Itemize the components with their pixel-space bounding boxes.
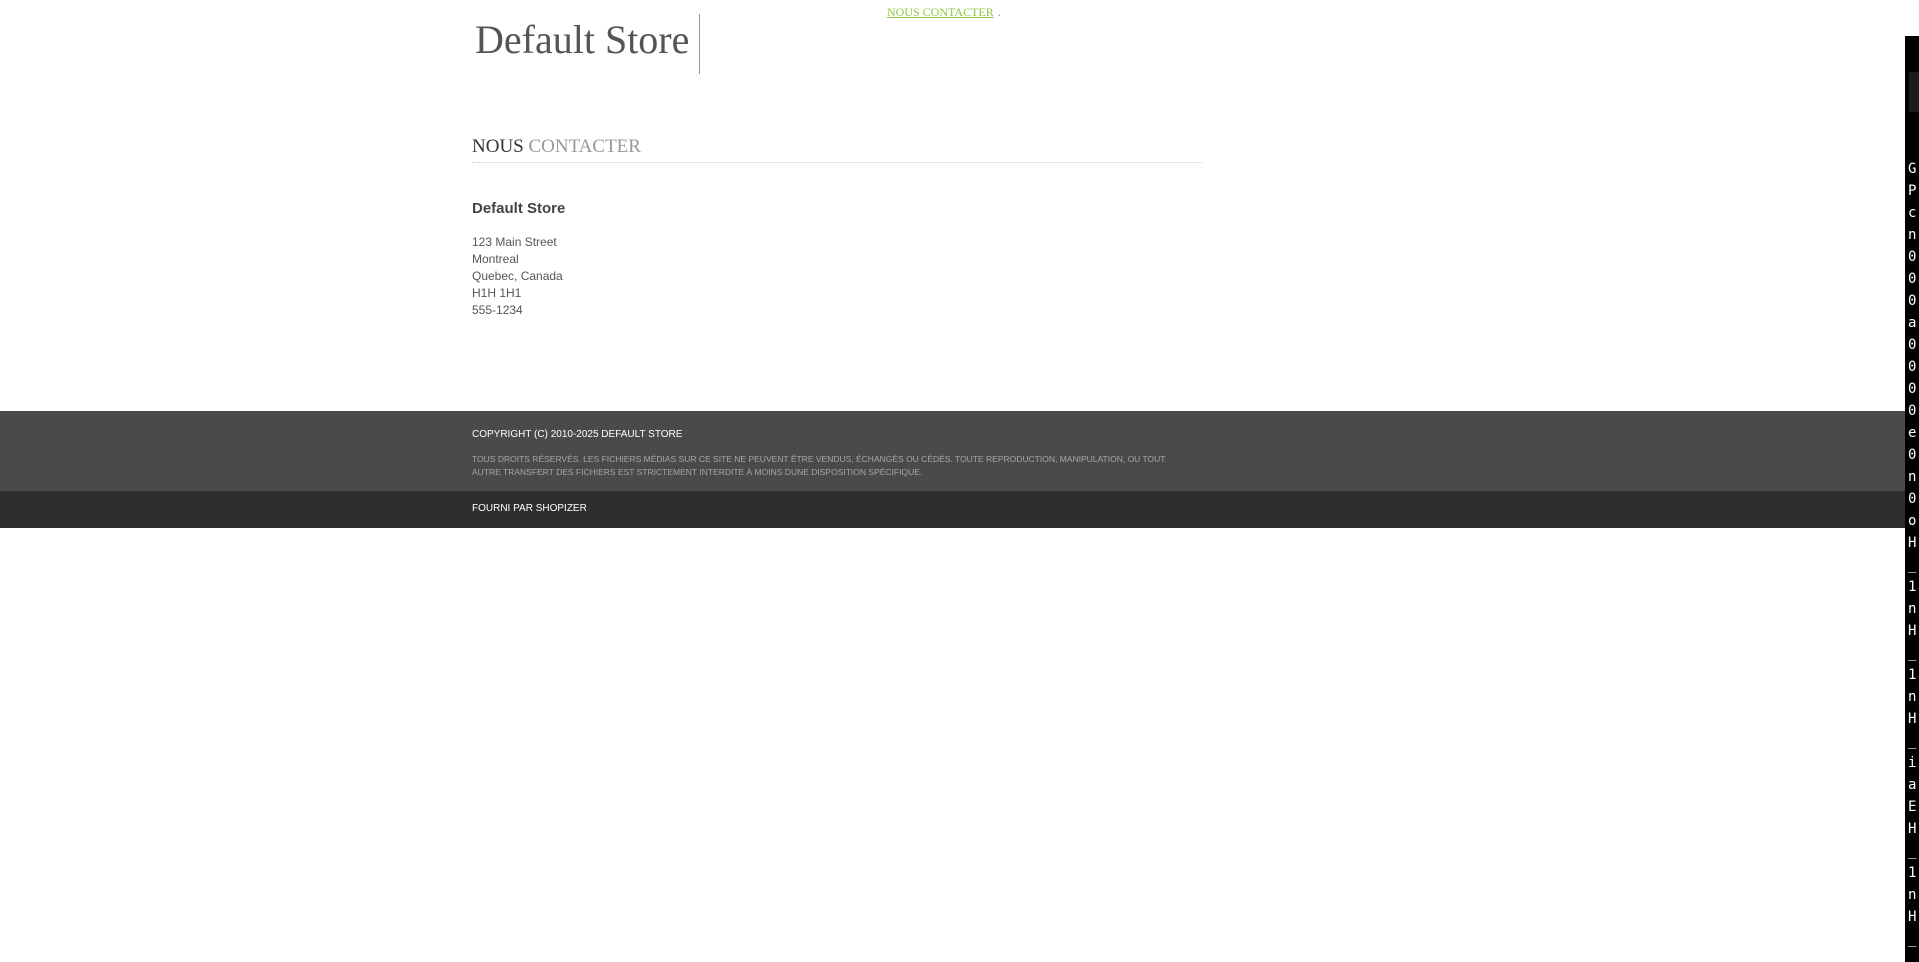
address-postal-code: H1H 1H1 bbox=[472, 286, 522, 300]
footer-bottom: FOURNI PAR SHOPIZER bbox=[0, 491, 1905, 528]
footer-rights-notice: TOUS DROITS RÉSERVÉS. LES FICHIERS MÉDIA… bbox=[472, 454, 1166, 477]
footer-powered-by[interactable]: FOURNI PAR SHOPIZER bbox=[472, 503, 587, 514]
address-phone: 555-1234 bbox=[472, 303, 523, 317]
page-title: NOUS CONTACTER bbox=[472, 136, 1202, 163]
page-title-word-1: NOUS bbox=[472, 136, 524, 157]
side-panel: G P c n 0 0 0 a 0 0 0 0 e 0 n 0 o H _ 1 … bbox=[1905, 36, 1919, 962]
footer-copyright: COPYRIGHT (C) 2010-2025 DEFAULT STORE bbox=[472, 429, 683, 440]
side-panel-block bbox=[1909, 72, 1919, 112]
side-panel-text: G P c n 0 0 0 a 0 0 0 0 e 0 n 0 o H _ 1 … bbox=[1908, 161, 1917, 947]
contact-link[interactable]: NOUS CONTACTER bbox=[887, 5, 994, 19]
store-name: Default Store bbox=[472, 200, 566, 217]
top-links: NOUS CONTACTER. bbox=[887, 5, 1001, 20]
page-title-word-2: CONTACTER bbox=[528, 136, 641, 157]
store-address: 123 Main Street Montreal Quebec, Canada … bbox=[472, 234, 563, 319]
address-city: Montreal bbox=[472, 252, 519, 266]
address-region: Quebec, Canada bbox=[472, 269, 563, 283]
address-street: 123 Main Street bbox=[472, 235, 557, 249]
store-logo[interactable]: Default Store bbox=[475, 14, 701, 74]
link-separator: . bbox=[997, 5, 1001, 19]
footer-top: COPYRIGHT (C) 2010-2025 DEFAULT STORE TO… bbox=[0, 411, 1905, 491]
